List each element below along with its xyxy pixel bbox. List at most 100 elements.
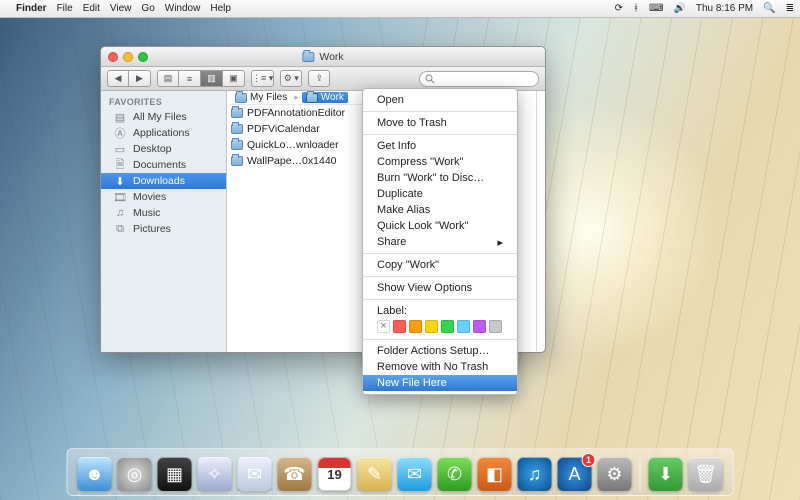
sidebar-item-movies[interactable]: 🎞Movies xyxy=(101,189,226,205)
folder-icon xyxy=(302,52,314,62)
music-icon: ♫ xyxy=(113,208,127,219)
context-menu: Open Move to Trash Get InfoCompress "Work"… xyxy=(362,88,518,395)
window-close-button[interactable] xyxy=(108,52,118,62)
action-button[interactable]: ⚙ ▾ xyxy=(280,70,302,87)
context-item-folder-actions-setup[interactable]: Folder Actions Setup… xyxy=(363,343,517,359)
context-item-compress-work[interactable]: Compress "Work" xyxy=(363,154,517,170)
context-item-quick-look-work[interactable]: Quick Look "Work" xyxy=(363,218,517,234)
path-seg-myfiles[interactable]: My Files xyxy=(231,92,291,103)
dock-app-photo-booth[interactable]: ◧ xyxy=(478,457,512,491)
label-color-swatch[interactable] xyxy=(393,320,406,333)
status-input-icon[interactable]: ⌨ xyxy=(649,3,663,14)
sidebar-item-documents[interactable]: 🗎Documents xyxy=(101,157,226,173)
dock-app-notes[interactable]: ✎ xyxy=(358,457,392,491)
menu-view[interactable]: View xyxy=(110,3,132,14)
status-bluetooth-icon[interactable]: ᚼ xyxy=(633,3,639,14)
context-item-make-alias[interactable]: Make Alias xyxy=(363,202,517,218)
list-item[interactable]: PDFViCalendar▸ xyxy=(227,121,381,137)
sidebar-item-label: Pictures xyxy=(133,223,171,235)
sidebar-item-applications[interactable]: Ⓐ Applications xyxy=(101,125,226,141)
window-minimize-button[interactable] xyxy=(123,52,133,62)
label-color-swatch[interactable] xyxy=(473,320,486,333)
spotlight-icon[interactable]: 🔍 xyxy=(763,3,775,14)
titlebar[interactable]: Work xyxy=(101,47,545,67)
item-label: WallPape…0x1440 xyxy=(247,155,337,167)
menu-edit[interactable]: Edit xyxy=(83,3,100,14)
dock-app-calendar[interactable]: 19 xyxy=(318,457,352,491)
context-item-duplicate[interactable]: Duplicate xyxy=(363,186,517,202)
status-clock[interactable]: Thu 8:16 PM xyxy=(696,3,753,14)
label-color-swatch[interactable] xyxy=(425,320,438,333)
menu-window[interactable]: Window xyxy=(165,3,201,14)
app-name[interactable]: Finder xyxy=(16,3,47,14)
menu-help[interactable]: Help xyxy=(210,3,231,14)
list-item[interactable]: WallPape…0x1440▸ xyxy=(227,153,381,169)
dock-app-downloads[interactable]: ⬇ xyxy=(649,457,683,491)
status-volume-icon[interactable]: 🔊 xyxy=(673,3,685,14)
dock-app-itunes[interactable]: ♫ xyxy=(518,457,552,491)
item-label: PDFViCalendar xyxy=(247,123,320,135)
badge: 1 xyxy=(582,453,596,467)
menu-file[interactable]: File xyxy=(57,3,73,14)
view-icon-button[interactable]: ▤ xyxy=(157,70,179,87)
apps-icon: Ⓐ xyxy=(113,128,127,139)
label-color-swatch[interactable] xyxy=(377,320,390,333)
chevron-right-icon: ▸ xyxy=(294,92,299,103)
context-item-get-info[interactable]: Get Info xyxy=(363,138,517,154)
context-item-copy-work[interactable]: Copy "Work" xyxy=(363,257,517,273)
path-seg-work[interactable]: Work xyxy=(302,92,348,103)
dock-app-system-preferences[interactable]: ⚙ xyxy=(598,457,632,491)
arrange-button[interactable]: ⋮≡ ▾ xyxy=(251,70,274,87)
notifications-icon[interactable]: ≣ xyxy=(786,3,794,14)
system-menubar: Finder File Edit View Go Window Help ⟳ ᚼ… xyxy=(0,0,800,18)
list-item[interactable]: QuickLo…wnloader▸ xyxy=(227,137,381,153)
menu-go[interactable]: Go xyxy=(141,3,154,14)
dock-app-facetime[interactable]: ✆ xyxy=(438,457,472,491)
dock-app-mail[interactable]: ✉ xyxy=(238,457,272,491)
dock-app-contacts[interactable]: ☎ xyxy=(278,457,312,491)
context-item-burn-work-to-disc[interactable]: Burn "Work" to Disc… xyxy=(363,170,517,186)
share-button[interactable]: ⇪ xyxy=(308,70,330,87)
context-item-move-to-trash[interactable]: Move to Trash xyxy=(363,115,517,131)
sidebar-item-music[interactable]: ♫Music xyxy=(101,205,226,221)
search-field[interactable] xyxy=(419,71,539,87)
sidebar-item-label: Applications xyxy=(133,127,190,139)
label-color-row xyxy=(363,319,517,336)
dock-app-finder[interactable]: ☻ xyxy=(78,457,112,491)
context-item-share[interactable]: Share▸ xyxy=(363,234,517,250)
status-sync-icon[interactable]: ⟳ xyxy=(615,3,623,14)
nav-back-button[interactable]: ◀ xyxy=(107,70,129,87)
view-list-button[interactable]: ≡ xyxy=(179,70,201,87)
dock-app-safari[interactable]: ✧ xyxy=(198,457,232,491)
window-title: Work xyxy=(319,51,343,63)
dock-app-trash[interactable]: 🗑 xyxy=(689,457,723,491)
window-zoom-button[interactable] xyxy=(138,52,148,62)
label-color-swatch[interactable] xyxy=(441,320,454,333)
nav-forward-button[interactable]: ▶ xyxy=(129,70,151,87)
context-item-new-file-here[interactable]: New File Here xyxy=(363,375,517,391)
label-color-swatch[interactable] xyxy=(409,320,422,333)
dock-app-mission-control[interactable]: ▦ xyxy=(158,457,192,491)
list-item[interactable]: PDFAnnotationEditor▸ xyxy=(227,105,381,121)
context-item-show-view-options[interactable]: Show View Options xyxy=(363,280,517,296)
folder-icon xyxy=(231,124,243,134)
view-coverflow-button[interactable]: ▣ xyxy=(223,70,245,87)
desktop-icon: ▭ xyxy=(113,144,127,155)
sidebar-item-all-my-files[interactable]: ▤All My Files xyxy=(101,109,226,125)
dock-app-app-store[interactable]: A1 xyxy=(558,457,592,491)
sidebar-item-label: All My Files xyxy=(133,111,187,123)
folder-icon xyxy=(231,108,243,118)
dock-app-launchpad[interactable]: ◎ xyxy=(118,457,152,491)
sidebar-item-pictures[interactable]: ⧉Pictures xyxy=(101,221,226,237)
dock: ☻◎▦✧✉☎19✎✉✆◧♫A1⚙⬇🗑 xyxy=(67,448,734,496)
dock-app-messages[interactable]: ✉ xyxy=(398,457,432,491)
context-item-remove-with-no-trash[interactable]: Remove with No Trash xyxy=(363,359,517,375)
label-color-swatch[interactable] xyxy=(489,320,502,333)
context-item-open[interactable]: Open xyxy=(363,92,517,108)
folder-icon xyxy=(231,156,243,166)
search-input[interactable] xyxy=(438,73,533,84)
view-column-button[interactable]: ▥ xyxy=(201,70,223,87)
column-1[interactable]: My Files ▸ Work PDFAnnotationEditor▸PDFV… xyxy=(227,91,382,352)
sidebar-item-downloads[interactable]: ⬇Downloads xyxy=(101,173,226,189)
label-color-swatch[interactable] xyxy=(457,320,470,333)
